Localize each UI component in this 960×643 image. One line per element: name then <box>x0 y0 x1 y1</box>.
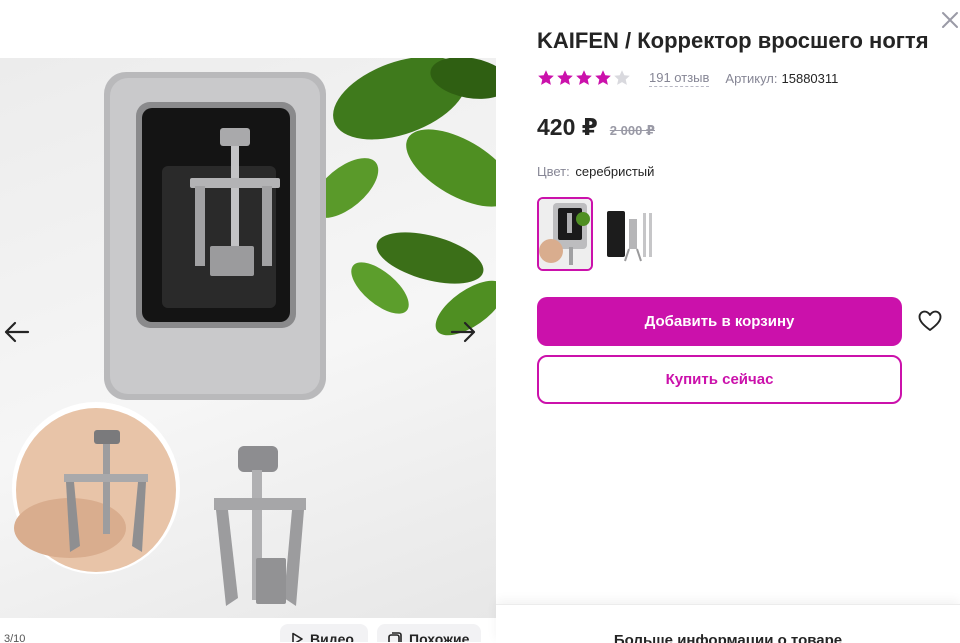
product-photo[interactable] <box>0 58 496 618</box>
star-filled-icon <box>538 70 554 85</box>
variant-image-kit <box>603 199 655 269</box>
star-filled-icon <box>576 70 592 85</box>
next-image-button[interactable] <box>448 316 480 348</box>
old-price: 2 000 ₽ <box>609 123 655 138</box>
star-empty-icon <box>614 70 630 85</box>
similar-icon <box>388 632 402 642</box>
close-button[interactable] <box>938 8 960 32</box>
similar-button[interactable]: Похожие <box>377 624 481 642</box>
article-label: Артикул: <box>725 70 778 86</box>
variant-image-tin <box>539 199 591 269</box>
prev-image-button[interactable] <box>0 316 32 348</box>
article-value[interactable]: 15880311 <box>782 71 839 86</box>
video-button[interactable]: Видео <box>280 624 368 642</box>
favorite-button[interactable] <box>918 310 944 334</box>
color-row: Цвет: серебристый <box>537 164 654 179</box>
color-variants <box>537 197 657 271</box>
current-price: 420 ₽ <box>537 114 598 140</box>
reviews-link[interactable]: 191 отзыв <box>649 70 710 87</box>
color-variant-thumbnail[interactable] <box>601 197 657 271</box>
arrow-left-icon <box>4 321 30 343</box>
product-title[interactable]: KAIFEN / Корректор вросшего ногтя <box>537 28 937 54</box>
product-details-panel: KAIFEN / Корректор вросшего ногтя 191 от… <box>496 0 960 643</box>
color-value: серебристый <box>575 164 655 179</box>
star-filled-icon <box>557 70 573 85</box>
heart-icon <box>918 310 942 331</box>
product-gallery: 3/10 Видео Похожие <box>0 0 496 642</box>
star-filled-icon <box>595 70 611 85</box>
video-label: Видео <box>310 631 354 642</box>
price-row: 420 ₽ 2 000 ₽ <box>537 114 655 141</box>
add-to-cart-button[interactable]: Добавить в корзину <box>537 297 902 346</box>
more-info-button[interactable]: Больше информации о товаре <box>496 604 960 643</box>
arrow-right-icon <box>450 321 476 343</box>
close-icon <box>942 12 958 28</box>
tin-case <box>104 72 326 400</box>
corrector-tool-loose <box>214 446 306 606</box>
similar-label: Похожие <box>409 631 470 642</box>
buy-now-button[interactable]: Купить сейчас <box>537 355 902 404</box>
product-photo-illustration <box>12 58 496 606</box>
leaves-decor <box>311 58 496 336</box>
usage-inset-photo <box>12 402 180 574</box>
rating-stars <box>537 69 631 87</box>
color-variant-thumbnail-selected[interactable] <box>537 197 593 271</box>
play-icon <box>292 632 303 642</box>
more-info-label: Больше информации о товаре <box>613 632 843 643</box>
rating-row: 191 отзыв Артикул: 15880311 <box>537 68 838 88</box>
image-counter: 3/10 <box>4 633 26 642</box>
color-label: Цвет: <box>537 164 570 179</box>
